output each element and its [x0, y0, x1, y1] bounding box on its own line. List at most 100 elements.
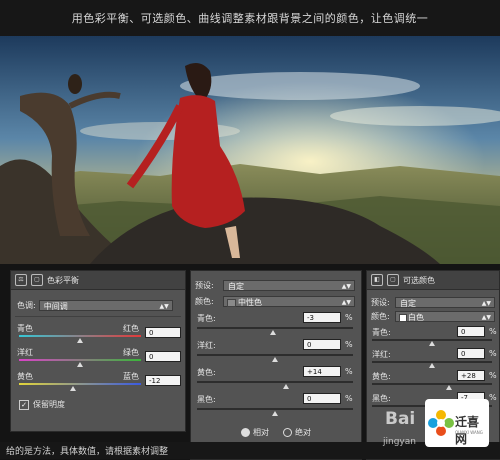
preset-row-small: 预设: 自定 ▲▼	[371, 297, 495, 308]
color-balance-title: 色彩平衡	[47, 275, 79, 285]
value-field[interactable]: -12	[145, 375, 181, 386]
scene-illustration	[0, 36, 500, 264]
value-field[interactable]: 0	[145, 327, 181, 338]
color-balance-panel: ⚖ ▢ 色彩平衡 色调: 中间调 ▲▼ ✓ 保留明度 青色 红色 0 洋红 绿色 0 黄色 蓝…	[10, 270, 186, 432]
slider-knob[interactable]	[272, 411, 278, 416]
value-field[interactable]: +28	[457, 370, 485, 381]
preset-row: 预设: 自定 ▲▼	[195, 280, 355, 291]
selective-color-small-title: 可选颜色	[403, 275, 435, 285]
value-field[interactable]: 0	[457, 326, 485, 337]
colors-value: 中性色	[238, 298, 262, 307]
preserve-row: ✓ 保留明度	[19, 399, 65, 410]
colors-dropdown[interactable]: 中性色 ▲▼	[223, 296, 355, 307]
slider-track[interactable]	[197, 381, 353, 383]
slider-left-label: 黄色	[17, 372, 33, 381]
separator	[15, 316, 181, 317]
radio-relative[interactable]	[241, 428, 250, 437]
watermark-bai: Bai	[385, 409, 416, 429]
layer-mask-icon: ▢	[31, 274, 43, 286]
slider-label: 青色:	[372, 328, 391, 337]
slider-knob[interactable]	[269, 330, 276, 335]
preset-value: 自定	[228, 282, 244, 291]
color-slider-track[interactable]	[19, 359, 141, 361]
slider-label: 黄色:	[372, 372, 391, 381]
percent-label: %	[489, 371, 497, 380]
dropdown-arrow-icon: ▲▼	[481, 300, 491, 307]
dropdown-arrow-icon: ▲▼	[341, 283, 351, 290]
colors-dropdown-small[interactable]: 白色 ▲▼	[395, 311, 495, 322]
percent-label: %	[489, 349, 497, 358]
percent-label: %	[345, 394, 353, 403]
selective-color-small-header: ◧ ▢ 可选颜色	[367, 271, 499, 290]
slider-left-label: 洋红	[17, 348, 33, 357]
logo-box: 迁喜网 QIANXI WANG	[425, 399, 489, 447]
color-swatch	[227, 299, 236, 307]
radio-absolute-label: 绝对	[295, 428, 311, 437]
color-balance-header: ⚖ ▢ 色彩平衡	[11, 271, 185, 290]
tone-value: 中间调	[43, 302, 68, 311]
percent-label: %	[345, 313, 353, 322]
slider-knob[interactable]	[69, 386, 76, 391]
cloud	[180, 72, 420, 100]
preset-dropdown[interactable]: 自定 ▲▼	[223, 280, 355, 291]
value-field[interactable]: 0	[457, 348, 485, 359]
slider-label: 青色:	[197, 314, 216, 323]
watermark-jingyan: jingyan	[383, 437, 416, 447]
slider-left-label: 青色	[17, 324, 33, 333]
radio-absolute[interactable]	[283, 428, 292, 437]
logo-subtext: QIANXI WANG	[455, 430, 483, 435]
colors-label: 颜色:	[195, 297, 214, 306]
tone-label: 色调:	[17, 301, 36, 310]
value-field[interactable]: +14	[303, 366, 341, 377]
white-swatch	[399, 314, 407, 322]
percent-label: %	[345, 367, 353, 376]
dropdown-arrow-icon: ▲▼	[159, 303, 169, 310]
color-slider-track[interactable]	[19, 335, 141, 337]
preset-dropdown-small[interactable]: 自定 ▲▼	[395, 297, 495, 308]
value-field[interactable]: 0	[145, 351, 181, 362]
slider-right-label: 红色	[123, 324, 139, 333]
value-field[interactable]: 0	[303, 393, 341, 404]
slider-track[interactable]	[197, 327, 353, 329]
layer-mask-icon: ▢	[387, 274, 399, 286]
slider-knob[interactable]	[429, 341, 435, 346]
slider-label: 洋红:	[197, 341, 216, 350]
slider-label: 黄色:	[197, 368, 216, 377]
tone-row: 色调: 中间调 ▲▼	[17, 300, 173, 311]
slider-track[interactable]	[197, 408, 353, 410]
color-slider-track[interactable]	[19, 383, 141, 385]
colors-row-small: 颜色: 白色 ▲▼	[371, 311, 495, 322]
balance-scale-icon: ⚖	[15, 274, 27, 286]
flower-logo-icon	[428, 410, 454, 436]
slider-right-label: 蓝色	[123, 372, 139, 381]
preserve-checkbox[interactable]: ✓	[19, 399, 29, 410]
slider-knob[interactable]	[272, 357, 278, 362]
dropdown-arrow-icon: ▲▼	[481, 314, 491, 321]
selective-color-icon: ◧	[371, 274, 383, 286]
selective-color-panel: 预设: 自定 ▲▼ 颜色: 中性色 ▲▼ 相对 绝对 青色: -3% 洋红: 0% 黄色…	[190, 270, 362, 460]
slider-knob[interactable]	[77, 362, 83, 367]
slider-track[interactable]	[372, 383, 492, 385]
colors-row: 颜色: 中性色 ▲▼	[195, 296, 355, 307]
method-radios: 相对 绝对	[241, 427, 311, 438]
value-field[interactable]: 0	[303, 339, 341, 350]
percent-label: %	[489, 327, 497, 336]
slider-label: 黑色:	[197, 395, 216, 404]
percent-label: %	[345, 340, 353, 349]
slider-knob[interactable]	[445, 385, 452, 390]
colors-label-small: 颜色:	[371, 312, 390, 321]
value-field[interactable]: -3	[303, 312, 341, 323]
caption-bar: 用色彩平衡、可选颜色、曲线调整素材跟背景之间的颜色，让色调统一	[0, 0, 500, 36]
preserve-label: 保留明度	[33, 400, 65, 409]
slider-knob[interactable]	[429, 363, 435, 368]
slider-label: 洋红:	[372, 350, 391, 359]
slider-knob[interactable]	[77, 338, 83, 343]
tone-dropdown[interactable]: 中间调 ▲▼	[38, 300, 173, 311]
preset-label: 预设:	[195, 281, 214, 290]
footer-text: 给的是方法，具体数值，请根据素材调整	[6, 447, 169, 457]
slider-right-label: 绿色	[123, 348, 139, 357]
caption-text: 用色彩平衡、可选颜色、曲线调整素材跟背景之间的颜色，让色调统一	[71, 12, 429, 25]
slider-track[interactable]	[197, 354, 353, 356]
radio-relative-label: 相对	[253, 428, 269, 437]
slider-knob[interactable]	[282, 384, 289, 389]
